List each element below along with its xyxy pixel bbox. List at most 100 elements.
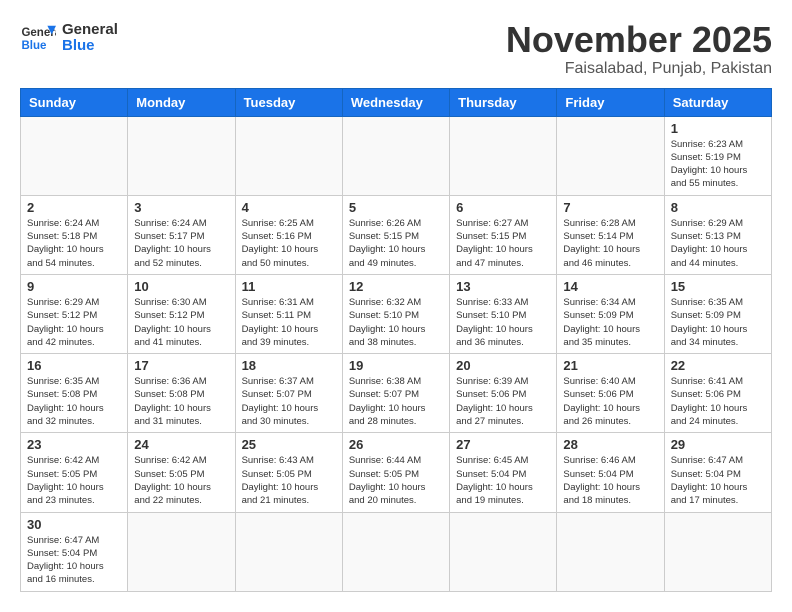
- calendar-day-cell: [21, 116, 128, 195]
- day-number: 30: [27, 517, 121, 532]
- day-info: Sunrise: 6:38 AM Sunset: 5:07 PM Dayligh…: [349, 375, 443, 428]
- day-number: 20: [456, 358, 550, 373]
- calendar-day-cell: 1Sunrise: 6:23 AM Sunset: 5:19 PM Daylig…: [664, 116, 771, 195]
- day-number: 25: [242, 437, 336, 452]
- day-number: 7: [563, 200, 657, 215]
- calendar-day-cell: 7 Sunrise: 6:28 AM Sunset: 5:14 PM Daylig…: [557, 195, 664, 274]
- day-info: Sunrise: 6:42 AM Sunset: 5:05 PM Dayligh…: [134, 454, 228, 507]
- header: General Blue General Blue November 2025 …: [20, 20, 772, 78]
- month-title: November 2025: [506, 20, 772, 60]
- calendar: SundayMondayTuesdayWednesdayThursdayFrid…: [20, 88, 772, 592]
- calendar-header-thursday: Thursday: [450, 88, 557, 116]
- calendar-day-cell: 12 Sunrise: 6:32 AM Sunset: 5:10 PM Dayli…: [342, 274, 449, 353]
- calendar-day-cell: 26 Sunrise: 6:44 AM Sunset: 5:05 PM Dayli…: [342, 433, 449, 512]
- calendar-day-cell: 10 Sunrise: 6:30 AM Sunset: 5:12 PM Dayli…: [128, 274, 235, 353]
- calendar-header-wednesday: Wednesday: [342, 88, 449, 116]
- title-area: November 2025 Faisalabad, Punjab, Pakist…: [506, 20, 772, 78]
- calendar-week-row: 30Sunrise: 6:47 AM Sunset: 5:04 PM Dayli…: [21, 512, 772, 591]
- calendar-header-row: SundayMondayTuesdayWednesdayThursdayFrid…: [21, 88, 772, 116]
- calendar-day-cell: [557, 116, 664, 195]
- day-number: 28: [563, 437, 657, 452]
- calendar-header-sunday: Sunday: [21, 88, 128, 116]
- day-info: Sunrise: 6:35 AM Sunset: 5:08 PM Dayligh…: [27, 375, 121, 428]
- day-number: 4: [242, 200, 336, 215]
- day-info: Sunrise: 6:28 AM Sunset: 5:14 PM Dayligh…: [563, 217, 657, 270]
- day-info: Sunrise: 6:37 AM Sunset: 5:07 PM Dayligh…: [242, 375, 336, 428]
- day-number: 3: [134, 200, 228, 215]
- calendar-day-cell: 15Sunrise: 6:35 AM Sunset: 5:09 PM Dayli…: [664, 274, 771, 353]
- calendar-day-cell: [128, 512, 235, 591]
- day-info: Sunrise: 6:26 AM Sunset: 5:15 PM Dayligh…: [349, 217, 443, 270]
- day-number: 15: [671, 279, 765, 294]
- calendar-day-cell: 9Sunrise: 6:29 AM Sunset: 5:12 PM Daylig…: [21, 274, 128, 353]
- calendar-day-cell: [664, 512, 771, 591]
- calendar-week-row: 9Sunrise: 6:29 AM Sunset: 5:12 PM Daylig…: [21, 274, 772, 353]
- day-info: Sunrise: 6:46 AM Sunset: 5:04 PM Dayligh…: [563, 454, 657, 507]
- calendar-day-cell: 30Sunrise: 6:47 AM Sunset: 5:04 PM Dayli…: [21, 512, 128, 591]
- calendar-day-cell: [342, 512, 449, 591]
- calendar-day-cell: [342, 116, 449, 195]
- calendar-day-cell: [128, 116, 235, 195]
- day-number: 13: [456, 279, 550, 294]
- calendar-day-cell: 6Sunrise: 6:27 AM Sunset: 5:15 PM Daylig…: [450, 195, 557, 274]
- day-number: 18: [242, 358, 336, 373]
- day-number: 17: [134, 358, 228, 373]
- day-info: Sunrise: 6:31 AM Sunset: 5:11 PM Dayligh…: [242, 296, 336, 349]
- day-number: 19: [349, 358, 443, 373]
- day-number: 2: [27, 200, 121, 215]
- svg-text:Blue: Blue: [21, 40, 47, 52]
- calendar-day-cell: 8Sunrise: 6:29 AM Sunset: 5:13 PM Daylig…: [664, 195, 771, 274]
- day-info: Sunrise: 6:34 AM Sunset: 5:09 PM Dayligh…: [563, 296, 657, 349]
- day-number: 24: [134, 437, 228, 452]
- calendar-header-tuesday: Tuesday: [235, 88, 342, 116]
- calendar-day-cell: 29Sunrise: 6:47 AM Sunset: 5:04 PM Dayli…: [664, 433, 771, 512]
- day-info: Sunrise: 6:43 AM Sunset: 5:05 PM Dayligh…: [242, 454, 336, 507]
- calendar-day-cell: 11 Sunrise: 6:31 AM Sunset: 5:11 PM Dayli…: [235, 274, 342, 353]
- day-info: Sunrise: 6:44 AM Sunset: 5:05 PM Dayligh…: [349, 454, 443, 507]
- day-number: 26: [349, 437, 443, 452]
- calendar-header-saturday: Saturday: [664, 88, 771, 116]
- day-number: 11: [242, 279, 336, 294]
- day-number: 29: [671, 437, 765, 452]
- calendar-day-cell: 14 Sunrise: 6:34 AM Sunset: 5:09 PM Dayli…: [557, 274, 664, 353]
- day-info: Sunrise: 6:32 AM Sunset: 5:10 PM Dayligh…: [349, 296, 443, 349]
- calendar-week-row: 2Sunrise: 6:24 AM Sunset: 5:18 PM Daylig…: [21, 195, 772, 274]
- day-number: 12: [349, 279, 443, 294]
- calendar-day-cell: 19 Sunrise: 6:38 AM Sunset: 5:07 PM Dayli…: [342, 354, 449, 433]
- day-info: Sunrise: 6:23 AM Sunset: 5:19 PM Dayligh…: [671, 138, 765, 191]
- logo-general: General: [62, 22, 118, 39]
- calendar-body: 1Sunrise: 6:23 AM Sunset: 5:19 PM Daylig…: [21, 116, 772, 591]
- day-number: 14: [563, 279, 657, 294]
- day-info: Sunrise: 6:24 AM Sunset: 5:17 PM Dayligh…: [134, 217, 228, 270]
- calendar-day-cell: [450, 512, 557, 591]
- day-info: Sunrise: 6:25 AM Sunset: 5:16 PM Dayligh…: [242, 217, 336, 270]
- calendar-day-cell: [450, 116, 557, 195]
- day-number: 6: [456, 200, 550, 215]
- calendar-week-row: 1Sunrise: 6:23 AM Sunset: 5:19 PM Daylig…: [21, 116, 772, 195]
- calendar-day-cell: 24 Sunrise: 6:42 AM Sunset: 5:05 PM Dayli…: [128, 433, 235, 512]
- day-number: 23: [27, 437, 121, 452]
- calendar-week-row: 23 Sunrise: 6:42 AM Sunset: 5:05 PM Dayli…: [21, 433, 772, 512]
- day-info: Sunrise: 6:42 AM Sunset: 5:05 PM Dayligh…: [27, 454, 121, 507]
- day-info: Sunrise: 6:33 AM Sunset: 5:10 PM Dayligh…: [456, 296, 550, 349]
- calendar-header-friday: Friday: [557, 88, 664, 116]
- calendar-day-cell: 17Sunrise: 6:36 AM Sunset: 5:08 PM Dayli…: [128, 354, 235, 433]
- day-number: 22: [671, 358, 765, 373]
- day-info: Sunrise: 6:29 AM Sunset: 5:13 PM Dayligh…: [671, 217, 765, 270]
- day-info: Sunrise: 6:39 AM Sunset: 5:06 PM Dayligh…: [456, 375, 550, 428]
- calendar-day-cell: 4 Sunrise: 6:25 AM Sunset: 5:16 PM Daylig…: [235, 195, 342, 274]
- calendar-day-cell: 28 Sunrise: 6:46 AM Sunset: 5:04 PM Dayli…: [557, 433, 664, 512]
- day-number: 10: [134, 279, 228, 294]
- day-info: Sunrise: 6:30 AM Sunset: 5:12 PM Dayligh…: [134, 296, 228, 349]
- day-info: Sunrise: 6:41 AM Sunset: 5:06 PM Dayligh…: [671, 375, 765, 428]
- day-info: Sunrise: 6:40 AM Sunset: 5:06 PM Dayligh…: [563, 375, 657, 428]
- calendar-day-cell: 3 Sunrise: 6:24 AM Sunset: 5:17 PM Daylig…: [128, 195, 235, 274]
- logo-icon: General Blue: [20, 20, 56, 56]
- calendar-day-cell: 22 Sunrise: 6:41 AM Sunset: 5:06 PM Dayli…: [664, 354, 771, 433]
- logo: General Blue General Blue: [20, 20, 118, 56]
- calendar-week-row: 16Sunrise: 6:35 AM Sunset: 5:08 PM Dayli…: [21, 354, 772, 433]
- day-number: 27: [456, 437, 550, 452]
- logo-blue: Blue: [62, 38, 118, 55]
- calendar-day-cell: [235, 512, 342, 591]
- calendar-day-cell: 25 Sunrise: 6:43 AM Sunset: 5:05 PM Dayli…: [235, 433, 342, 512]
